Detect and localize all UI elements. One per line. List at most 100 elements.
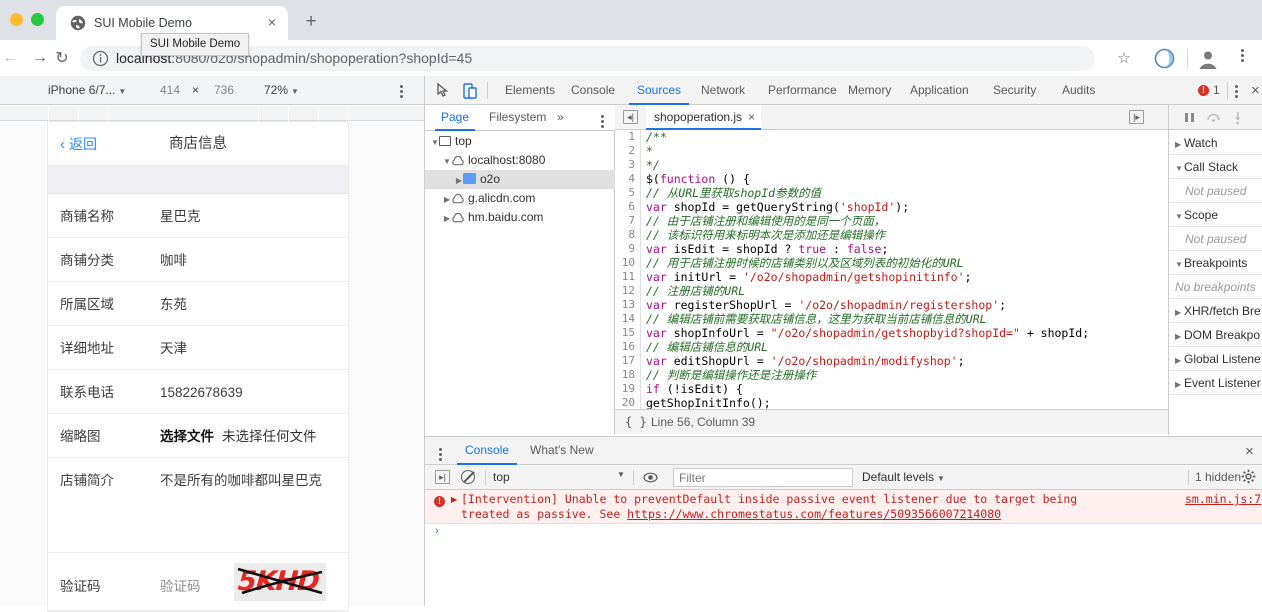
line-number[interactable]: 4 [615,172,640,186]
line-number[interactable]: 7 [615,214,640,228]
form-value[interactable]: 星巴克 [160,208,338,226]
form-row[interactable]: 详细地址 天津 [48,326,348,370]
line-number[interactable]: 3 [615,158,640,172]
devtools-close-icon[interactable]: × [1251,81,1260,100]
inspect-element-icon[interactable] [435,82,453,100]
debugger-section-scope[interactable]: ▼Scope [1169,203,1262,227]
tab-network[interactable]: Network [693,76,753,105]
chromestatus-link[interactable]: https://www.chromestatus.com/features/50… [627,507,1001,521]
console-levels-select[interactable]: Default levels ▼ [862,469,945,487]
new-tab-button[interactable]: + [298,11,324,35]
console-filter-input[interactable] [673,468,853,487]
console-messages[interactable]: ▶ [Intervention] Unable to preventDefaul… [425,490,1262,607]
code-line[interactable]: // 该标识符用来标明本次是添加还是编辑操作 [646,228,1166,242]
drawer-tab-console[interactable]: Console [457,437,518,465]
debugger-section-global-listeners[interactable]: ▶ Global Listene [1169,347,1262,371]
console-sidebar-toggle-icon[interactable]: ▸| [435,470,450,484]
tab-performance[interactable]: Performance [760,76,845,105]
code-line[interactable]: var isEdit = shopId ? true : false; [646,242,1166,256]
form-value[interactable]: 15822678639 [160,384,338,402]
code-line[interactable]: // 编辑店铺前需要获取店铺信息，这里为获取当前店铺信息的URL [646,312,1166,326]
editor-next-tab-icon[interactable]: |▸ [1129,110,1144,124]
tab-console[interactable]: Console [563,76,623,105]
tree-item-o2o[interactable]: ▶ o2o [425,170,615,189]
code-line[interactable]: getShopInitInfo(); [646,396,1166,409]
device-width-input[interactable]: 414 [160,82,180,98]
twisty-icon[interactable]: ▶ [1175,133,1184,154]
navigator-more-tabs-icon[interactable]: » [557,110,564,124]
code-line[interactable]: // 由于店铺注册和编辑使用的是同一个页面， [646,214,1166,228]
line-number[interactable]: 5 [615,186,640,200]
nav-tab-filesystem[interactable]: Filesystem [483,105,552,131]
twisty-icon[interactable]: ▶ [455,171,463,190]
avatar-icon[interactable] [1197,48,1219,70]
drawer-tab-whats-new[interactable]: What's New [522,437,602,465]
form-value[interactable]: 东苑 [160,296,338,314]
choose-file-button[interactable]: 选择文件 [160,429,214,444]
line-number[interactable]: 18 [615,368,640,382]
line-number[interactable]: 1 [615,130,640,144]
line-number[interactable]: 19 [615,382,640,396]
clear-console-icon[interactable] [461,470,475,484]
tab-application[interactable]: Application [902,76,977,105]
form-row[interactable]: 商铺分类 咖啡 [48,238,348,282]
drawer-menu-icon[interactable] [439,446,442,466]
line-number[interactable]: 13 [615,298,640,312]
line-number[interactable]: 17 [615,354,640,368]
form-value[interactable]: 天津 [160,340,338,358]
twisty-icon[interactable]: ▼ [1175,157,1184,178]
debugger-section-dom-breakpoints[interactable]: ▶ DOM Breakpo [1169,323,1262,347]
twisty-icon[interactable]: ▶ [1175,301,1184,322]
site-info-icon[interactable] [92,50,109,67]
code-line[interactable]: $(function () { [646,172,1166,186]
tree-item-alicdn[interactable]: ▶ g.alicdn.com [425,189,615,208]
code-line[interactable]: var initUrl = '/o2o/shopadmin/getshopini… [646,270,1166,284]
twisty-icon[interactable]: ▶ [443,190,451,209]
twisty-icon[interactable]: ▼ [1175,253,1184,274]
code-line[interactable]: /** [646,130,1166,144]
console-error-message[interactable]: ▶ [Intervention] Unable to preventDefaul… [425,490,1262,524]
tab-memory[interactable]: Memory [840,76,899,105]
form-row-description[interactable]: 店铺简介 不是所有的咖啡都叫星巴克 [48,458,348,553]
twisty-icon[interactable]: ▶ [1175,349,1184,370]
line-number[interactable]: 8 [615,228,640,242]
code-lines[interactable]: /** * */$(function () { // 从URL里获取shopId… [646,130,1166,409]
line-number[interactable]: 12 [615,284,640,298]
error-badge-icon[interactable]: ! [1198,85,1209,96]
devtools-menu-icon[interactable] [1235,83,1238,103]
tab-close-icon[interactable]: × [264,15,280,31]
debugger-section-xhr-breakpoints[interactable]: ▶ XHR/fetch Bre [1169,299,1262,323]
code-line[interactable]: // 注册店铺的URL [646,284,1166,298]
tree-item-baidu[interactable]: ▶ hm.baidu.com [425,208,615,227]
line-number[interactable]: 20 [615,396,640,409]
line-number[interactable]: 11 [615,270,640,284]
captcha-image[interactable]: 5KHD [234,563,326,601]
nav-tab-page[interactable]: Page [435,105,476,131]
code-line[interactable]: * [646,144,1166,158]
twisty-icon[interactable]: ▶ [1175,325,1184,346]
device-toolbar-toggle-icon[interactable] [461,82,479,100]
reload-icon[interactable]: ↻ [50,47,74,71]
code-line[interactable]: var shopInfoUrl = "/o2o/shopadmin/getsho… [646,326,1166,340]
twisty-icon[interactable]: ▼ [431,133,439,152]
back-icon[interactable]: ← [0,46,22,70]
debugger-section-watch[interactable]: ▶ Watch [1169,131,1262,155]
line-number[interactable]: 6 [615,200,640,214]
tab-elements[interactable]: Elements [497,76,563,105]
pause-script-icon[interactable] [1181,109,1198,126]
forward-icon[interactable]: → [28,46,52,70]
form-value[interactable]: 咖啡 [160,252,338,270]
code-area[interactable]: 123456789101112131415161718192021 /** * … [615,130,1168,409]
description-textarea[interactable]: 不是所有的咖啡都叫星巴克 [160,472,338,490]
form-row[interactable]: 联系电话 15822678639 [48,370,348,414]
extension-icon[interactable] [1154,48,1175,69]
captcha-input[interactable]: 验证码 [160,575,201,595]
step-over-icon[interactable] [1205,109,1222,126]
device-zoom-select[interactable]: 72% ▼ [264,82,299,100]
step-into-icon[interactable] [1229,109,1246,126]
live-expression-eye-icon[interactable] [643,470,658,485]
form-row[interactable]: 所属区域 东苑 [48,282,348,326]
code-line[interactable]: if (!isEdit) { [646,382,1166,396]
window-maximize-button[interactable] [31,13,44,26]
code-line[interactable]: */ [646,158,1166,172]
